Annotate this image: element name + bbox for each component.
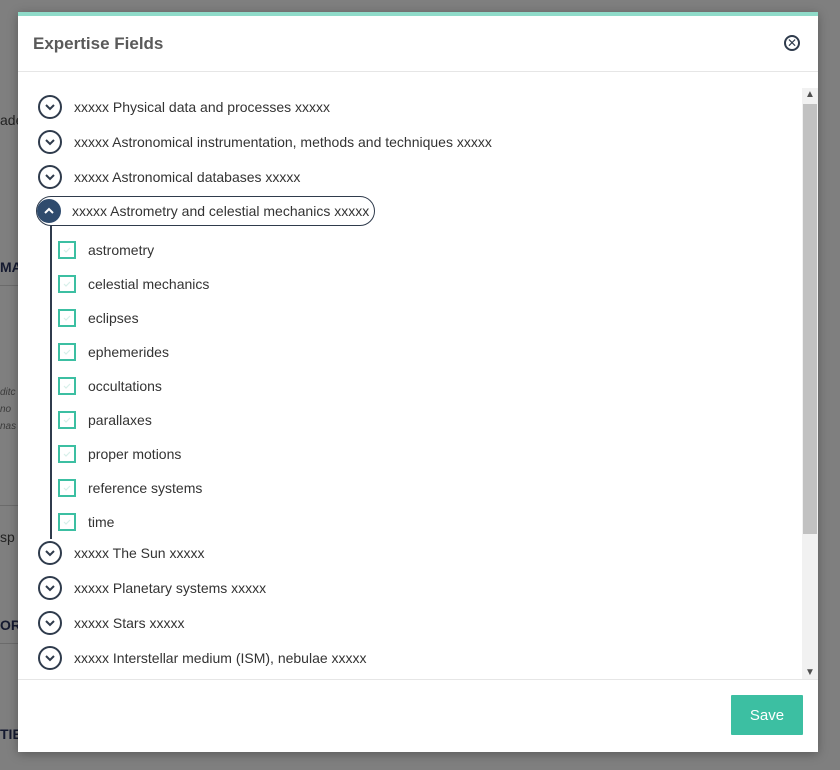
- tree-node-header[interactable]: xxxxx Stars xxxxx: [38, 609, 184, 637]
- modal-body: xxxxx Physical data and processes xxxxx x…: [18, 72, 818, 680]
- chevron-down-icon[interactable]: [38, 611, 62, 635]
- expertise-checkbox[interactable]: [58, 445, 76, 463]
- tree-node-header[interactable]: xxxxx Astronomical databases xxxxx: [38, 163, 300, 191]
- tree-node-header[interactable]: xxxxx Astrometry and celestial mechanics…: [36, 196, 376, 226]
- tree-node: xxxxx Stars xxxxx: [38, 609, 798, 644]
- expertise-option: astrometry: [58, 233, 798, 267]
- tree-node-label: xxxxx Astronomical databases xxxxx: [74, 169, 301, 185]
- tree-node: xxxxx Interstellar medium (ISM), nebulae…: [38, 644, 798, 679]
- expertise-option: time: [58, 505, 798, 539]
- tree-node: xxxxx Physical data and processes xxxxx: [38, 93, 798, 128]
- tree-node-label: xxxxx Planetary systems xxxxx: [74, 580, 267, 596]
- tree-node-header[interactable]: xxxxx Planetary systems xxxxx: [38, 574, 266, 602]
- scroll-down-arrow-icon[interactable]: ▼: [802, 666, 818, 680]
- close-icon[interactable]: ✕: [784, 35, 800, 51]
- expertise-checkbox[interactable]: [58, 377, 76, 395]
- expertise-option-label: celestial mechanics: [88, 276, 210, 292]
- tree-node-label: xxxxx Astrometry and celestial mechanics…: [72, 203, 370, 219]
- chevron-down-icon[interactable]: [38, 646, 62, 670]
- expertise-option-label: time: [88, 514, 115, 530]
- modal-footer: Save: [18, 679, 818, 752]
- expertise-option-label: reference systems: [88, 480, 203, 496]
- expertise-option-label: ephemerides: [88, 344, 169, 360]
- tree-node-label: xxxxx Physical data and processes xxxxx: [74, 99, 330, 115]
- expertise-fields-modal: Expertise Fields ✕ xxxxx Physical data a…: [18, 12, 818, 752]
- expertise-option-label: eclipses: [88, 310, 139, 326]
- expertise-checkbox[interactable]: [58, 241, 76, 259]
- tree-node-header[interactable]: xxxxx Physical data and processes xxxxx: [38, 93, 330, 121]
- expertise-option: ephemerides: [58, 335, 798, 369]
- tree-node-label: xxxxx Astronomical instrumentation, meth…: [74, 134, 492, 150]
- chevron-up-icon[interactable]: [37, 199, 61, 223]
- expertise-option-label: occultations: [88, 378, 162, 394]
- chevron-down-icon[interactable]: [38, 95, 62, 119]
- tree-node: xxxxx Astronomical databases xxxxx: [38, 163, 798, 198]
- expertise-checkbox[interactable]: [58, 343, 76, 361]
- expertise-tree: xxxxx Physical data and processes xxxxx x…: [36, 93, 798, 679]
- tree-node: xxxxx The Sun xxxxx: [38, 539, 798, 574]
- expertise-option: occultations: [58, 369, 798, 403]
- tree-node-header[interactable]: xxxxx Astronomical instrumentation, meth…: [38, 128, 492, 156]
- expertise-option-label: parallaxes: [88, 412, 152, 428]
- tree-node-children: astrometry celestial mechanics eclipses eph…: [38, 226, 798, 539]
- save-button[interactable]: Save: [731, 695, 803, 735]
- tree-node-label: xxxxx The Sun xxxxx: [74, 545, 205, 561]
- expertise-checkbox[interactable]: [58, 513, 76, 531]
- tree-node-header[interactable]: xxxxx Interstellar medium (ISM), nebulae…: [38, 644, 367, 672]
- expertise-option: parallaxes: [58, 403, 798, 437]
- expertise-option: eclipses: [58, 301, 798, 335]
- chevron-down-icon[interactable]: [38, 576, 62, 600]
- scroll-up-arrow-icon[interactable]: ▲: [802, 88, 818, 102]
- tree-node: xxxxx Astrometry and celestial mechanics…: [36, 196, 798, 233]
- tree-node-label: xxxxx Stars xxxxx: [74, 615, 185, 631]
- chevron-down-icon[interactable]: [38, 541, 62, 565]
- expertise-checkbox[interactable]: [58, 411, 76, 429]
- modal-title: Expertise Fields: [33, 34, 164, 53]
- modal-header: Expertise Fields ✕: [18, 16, 818, 72]
- expertise-option: proper motions: [58, 437, 798, 471]
- tree-node: xxxxx Planetary systems xxxxx: [38, 574, 798, 609]
- tree-branch-line: [50, 226, 52, 539]
- expertise-checkbox[interactable]: [58, 479, 76, 497]
- expertise-option: reference systems: [58, 471, 798, 505]
- expertise-checkbox[interactable]: [58, 309, 76, 327]
- tree-node-label: xxxxx Interstellar medium (ISM), nebulae…: [74, 650, 367, 666]
- expertise-option-label: astrometry: [88, 242, 155, 258]
- scrollbar[interactable]: ▲ ▼: [802, 88, 818, 680]
- tree-node: xxxxx Astronomical instrumentation, meth…: [38, 128, 798, 163]
- chevron-down-icon[interactable]: [38, 130, 62, 154]
- scrollbar-thumb[interactable]: [803, 104, 817, 534]
- expertise-option: celestial mechanics: [58, 267, 798, 301]
- expertise-option-label: proper motions: [88, 446, 182, 462]
- tree-node-header[interactable]: xxxxx The Sun xxxxx: [38, 539, 204, 567]
- expertise-checkbox[interactable]: [58, 275, 76, 293]
- chevron-down-icon[interactable]: [38, 165, 62, 189]
